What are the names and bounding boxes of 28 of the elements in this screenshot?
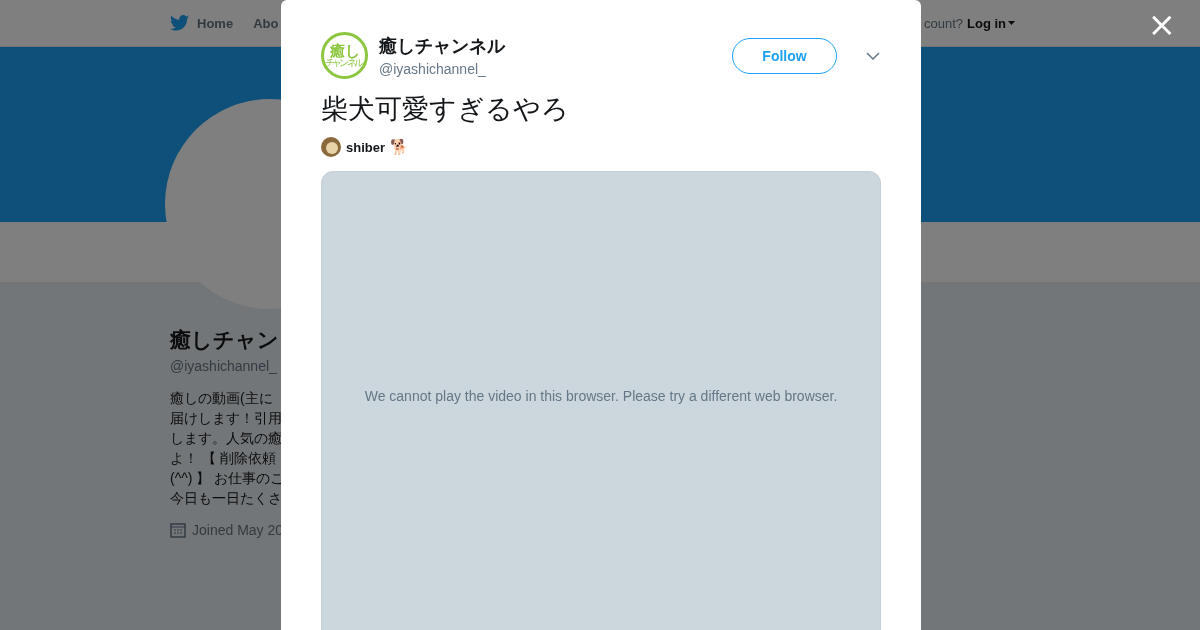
bird-icon [170, 15, 189, 31]
follow-button[interactable]: Follow [732, 37, 837, 74]
profile-name: 癒しチャン [170, 327, 279, 353]
chevron-icon[interactable] [866, 51, 880, 60]
bio-line: 癒しの動画(主に [170, 389, 274, 408]
video-error-message: We cannot play the video in this browser. Please try a different web browser. [364, 387, 838, 404]
author-name: 癒しチャンネル [379, 35, 505, 58]
author-handle: @iyashichannel_ [379, 61, 487, 77]
tweet-text: 柴犬可愛すぎるやろ [321, 92, 570, 126]
account-prompt: count? [923, 15, 963, 31]
caret-icon [1008, 21, 1015, 25]
bio-line: 今日も一日たくさ [170, 489, 283, 508]
credit-name: shiber [346, 139, 385, 155]
bio-line: します。人気の癒 [170, 429, 283, 448]
logo-subtext: チャンネル [324, 58, 363, 68]
credit-avatar [321, 137, 341, 157]
video-player[interactable]: We cannot play the video in this browser. Please try a different web browser. [321, 171, 881, 630]
author-avatar: 癒し チャンネル [321, 32, 368, 79]
profile-handle: @iyashichannel_ [170, 358, 277, 374]
dog-emoji: 🐕 [390, 138, 409, 156]
bio-line: (^^) 】 お仕事のこ [170, 469, 285, 488]
bio-line: よ！ 【 削除依頼 [170, 449, 277, 468]
close-button[interactable]: × [1143, 6, 1180, 42]
home-link[interactable]: Home [197, 15, 234, 31]
login-link[interactable]: Log in [967, 15, 1015, 31]
bio-line: 届けします！引用 [170, 409, 283, 428]
about-link[interactable]: Abo [253, 15, 279, 31]
calendar-icon [170, 522, 186, 538]
